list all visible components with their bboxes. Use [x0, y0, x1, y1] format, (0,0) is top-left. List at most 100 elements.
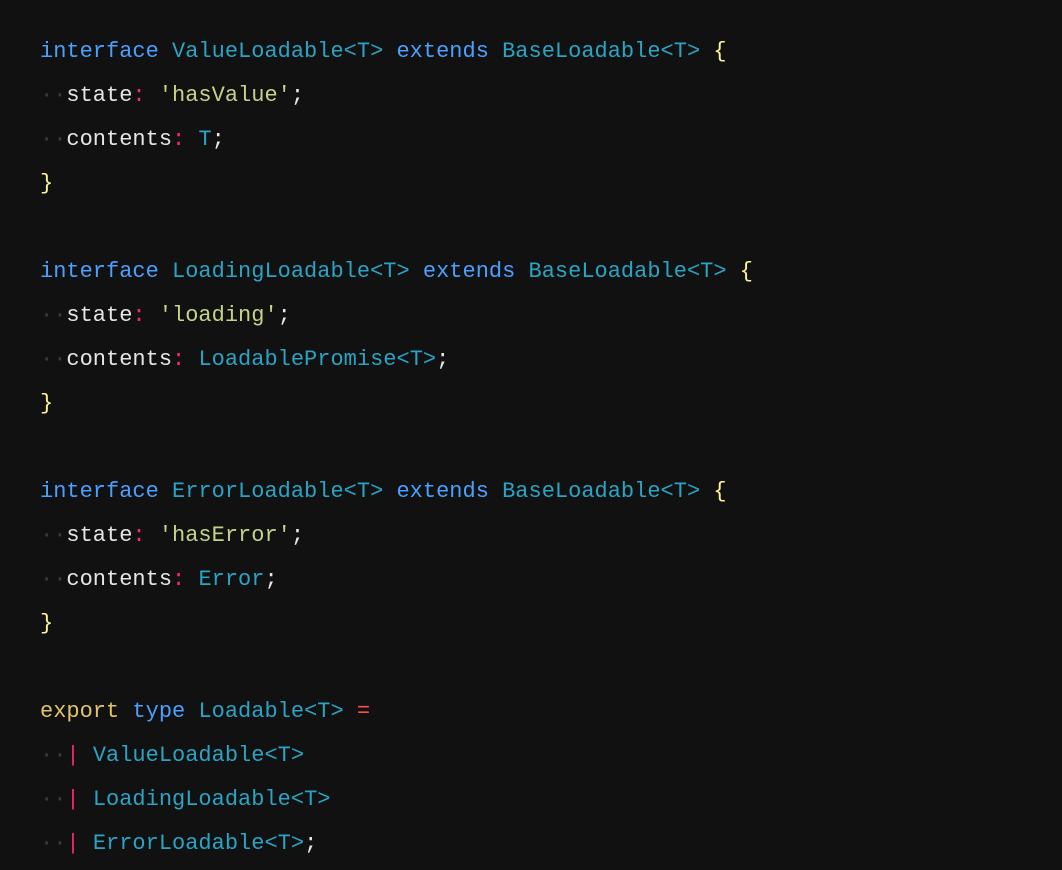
- keyword-interface: interface: [40, 39, 159, 64]
- code-line: ··contents: Error;: [40, 567, 278, 592]
- code-line: interface ErrorLoadable<T> extends BaseL…: [40, 479, 727, 504]
- angle-open: <: [344, 479, 357, 504]
- semicolon: ;: [212, 127, 225, 152]
- code-line-blank: [40, 655, 53, 680]
- type-param-T: T: [278, 743, 291, 768]
- string-hasError: 'hasError': [159, 523, 291, 548]
- angle-close: >: [687, 479, 700, 504]
- angle-close: >: [370, 479, 383, 504]
- type-param-T: T: [410, 347, 423, 372]
- brace-close: }: [40, 171, 53, 196]
- brace-open: {: [740, 259, 753, 284]
- brace-open: {: [713, 479, 726, 504]
- angle-close: >: [423, 347, 436, 372]
- type-T: T: [198, 127, 211, 152]
- angle-close: >: [713, 259, 726, 284]
- whitespace-dot-icon: ·: [40, 743, 53, 768]
- property-state: state: [66, 83, 132, 108]
- type-ValueLoadable: ValueLoadable: [172, 39, 344, 64]
- brace-close: }: [40, 611, 53, 636]
- keyword-interface: interface: [40, 479, 159, 504]
- code-line: }: [40, 391, 53, 416]
- angle-close: >: [291, 743, 304, 768]
- brace-open: {: [713, 39, 726, 64]
- angle-open: <: [304, 699, 317, 724]
- equals: =: [357, 699, 370, 724]
- code-line: interface ValueLoadable<T> extends BaseL…: [40, 39, 727, 64]
- whitespace-dot-icon: ·: [53, 303, 66, 328]
- whitespace-dot-icon: ·: [40, 347, 53, 372]
- whitespace-dot-icon: ·: [53, 743, 66, 768]
- whitespace-dot-icon: ·: [40, 831, 53, 856]
- property-state: state: [66, 303, 132, 328]
- colon: :: [172, 567, 185, 592]
- property-contents: contents: [66, 567, 172, 592]
- code-line-blank: [40, 435, 53, 460]
- semicolon: ;: [436, 347, 449, 372]
- keyword-extends: extends: [423, 259, 515, 284]
- property-contents: contents: [66, 347, 172, 372]
- type-LoadingLoadable: LoadingLoadable: [93, 787, 291, 812]
- type-param-T: T: [317, 699, 330, 724]
- type-ErrorLoadable: ErrorLoadable: [93, 831, 265, 856]
- whitespace-dot-icon: ·: [53, 127, 66, 152]
- whitespace-dot-icon: ·: [53, 787, 66, 812]
- whitespace-dot-icon: ·: [53, 567, 66, 592]
- whitespace-dot-icon: ·: [40, 567, 53, 592]
- code-line: }: [40, 611, 53, 636]
- whitespace-dot-icon: ·: [40, 303, 53, 328]
- whitespace-dot-icon: ·: [53, 831, 66, 856]
- type-Error: Error: [198, 567, 264, 592]
- angle-close: >: [370, 39, 383, 64]
- type-param-T: T: [383, 259, 396, 284]
- type-BaseLoadable: BaseLoadable: [502, 39, 660, 64]
- angle-open: <: [661, 39, 674, 64]
- type-param-T: T: [357, 39, 370, 64]
- type-param-T: T: [357, 479, 370, 504]
- angle-open: <: [344, 39, 357, 64]
- whitespace-dot-icon: ·: [53, 523, 66, 548]
- code-line: ··state: 'hasError';: [40, 523, 304, 548]
- code-editor[interactable]: interface ValueLoadable<T> extends BaseL…: [0, 0, 1062, 870]
- angle-open: <: [264, 743, 277, 768]
- code-line: ··| ErrorLoadable<T>;: [40, 831, 317, 856]
- type-param-T: T: [674, 39, 687, 64]
- code-line: ··state: 'loading';: [40, 303, 291, 328]
- angle-close: >: [396, 259, 409, 284]
- type-param-T: T: [700, 259, 713, 284]
- angle-close: >: [330, 699, 343, 724]
- type-LoadingLoadable: LoadingLoadable: [172, 259, 370, 284]
- string-hasValue: 'hasValue': [159, 83, 291, 108]
- whitespace-dot-icon: ·: [40, 787, 53, 812]
- code-line: ··contents: LoadablePromise<T>;: [40, 347, 449, 372]
- code-line: ··contents: T;: [40, 127, 225, 152]
- colon: :: [172, 127, 185, 152]
- code-line: ··state: 'hasValue';: [40, 83, 304, 108]
- type-ErrorLoadable: ErrorLoadable: [172, 479, 344, 504]
- type-param-T: T: [304, 787, 317, 812]
- brace-close: }: [40, 391, 53, 416]
- union-pipe: |: [66, 787, 79, 812]
- union-pipe: |: [66, 743, 79, 768]
- angle-open: <: [291, 787, 304, 812]
- whitespace-dot-icon: ·: [40, 83, 53, 108]
- colon: :: [132, 523, 145, 548]
- code-line: ··| ValueLoadable<T>: [40, 743, 304, 768]
- angle-open: <: [264, 831, 277, 856]
- property-contents: contents: [66, 127, 172, 152]
- whitespace-dot-icon: ·: [53, 347, 66, 372]
- type-Loadable: Loadable: [198, 699, 304, 724]
- property-state: state: [66, 523, 132, 548]
- type-LoadablePromise: LoadablePromise: [198, 347, 396, 372]
- angle-open: <: [396, 347, 409, 372]
- code-line: interface LoadingLoadable<T> extends Bas…: [40, 259, 753, 284]
- union-pipe: |: [66, 831, 79, 856]
- angle-close: >: [291, 831, 304, 856]
- semicolon: ;: [304, 831, 317, 856]
- type-param-T: T: [674, 479, 687, 504]
- angle-open: <: [687, 259, 700, 284]
- whitespace-dot-icon: ·: [40, 523, 53, 548]
- semicolon: ;: [278, 303, 291, 328]
- colon: :: [132, 83, 145, 108]
- keyword-interface: interface: [40, 259, 159, 284]
